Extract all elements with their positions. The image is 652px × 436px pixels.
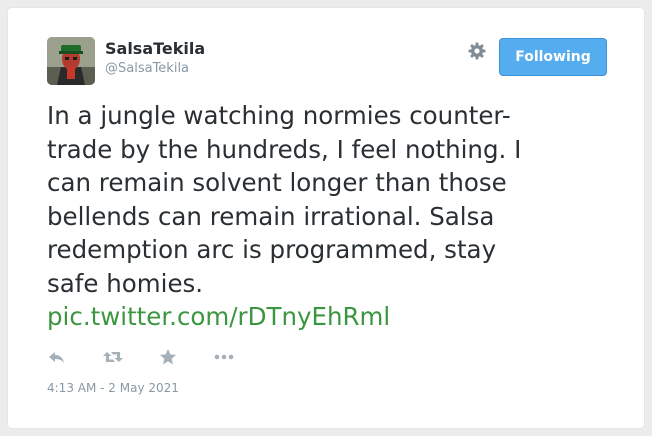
retweet-icon[interactable] <box>102 347 124 367</box>
tweet-text-line: bellends can remain irrational. Salsa <box>47 201 495 231</box>
tweet-text-line: trade by the hundreds, I feel nothing. I <box>47 134 522 164</box>
more-icon[interactable] <box>213 347 235 367</box>
tweet-text-line: In a jungle watching normies counter- <box>47 101 511 130</box>
gear-icon[interactable] <box>467 41 487 61</box>
tweet-text-line: safe homies. <box>47 268 204 298</box>
tweet-text-line: can remain solvent longer than those <box>47 168 507 197</box>
avatar[interactable] <box>47 37 95 85</box>
display-name[interactable]: SalsaTekila <box>105 39 205 58</box>
user-handle[interactable]: @SalsaTekila <box>105 61 189 76</box>
following-button[interactable]: Following <box>499 38 607 76</box>
tweet-card: SalsaTekila @SalsaTekila Following In a … <box>7 7 645 429</box>
star-icon[interactable] <box>158 347 180 367</box>
tweet-timestamp[interactable]: 4:13 AM - 2 May 2021 <box>47 381 179 395</box>
reply-icon[interactable] <box>47 347 69 367</box>
tweet-text-line: redemption arc is programmed, stay <box>47 235 497 264</box>
tweet-media-link[interactable]: pic.twitter.com/rDTnyEhRml <box>47 302 390 331</box>
tweet-text: In a jungle watching normies counter- tr… <box>47 99 617 334</box>
avatar-image <box>47 37 95 85</box>
